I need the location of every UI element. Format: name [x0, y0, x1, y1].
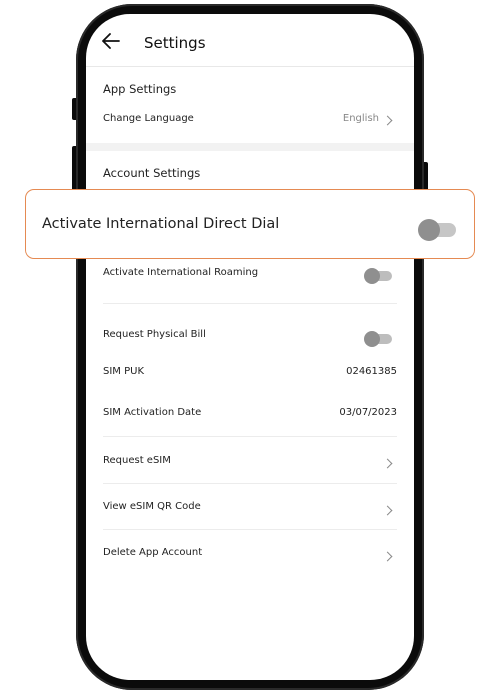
request-esim-label: Request eSIM	[103, 455, 171, 466]
divider	[103, 303, 397, 304]
physical-bill-label: Request Physical Bill	[103, 329, 206, 340]
section-title-app-settings: App Settings	[103, 82, 177, 96]
section-title-account-settings: Account Settings	[103, 166, 201, 180]
international-direct-dial-label: Activate International Direct Dial	[42, 216, 280, 232]
chevron-right-icon	[382, 115, 393, 126]
divider	[103, 483, 397, 484]
page-title: Settings	[144, 34, 206, 52]
international-direct-dial-callout: Activate International Direct Dial	[25, 189, 475, 259]
international-roaming-label: Activate International Roaming	[103, 267, 259, 278]
change-language-label: Change Language	[103, 113, 194, 124]
chevron-right-icon	[382, 458, 393, 469]
sim-activation-date-label: SIM Activation Date	[103, 407, 202, 418]
chevron-right-icon	[382, 505, 393, 516]
settings-header: Settings	[86, 14, 414, 67]
international-roaming-toggle[interactable]	[364, 268, 392, 284]
back-arrow-icon[interactable]	[102, 33, 120, 49]
chevron-right-icon	[382, 551, 393, 562]
international-direct-dial-toggle[interactable]	[418, 219, 456, 241]
divider	[103, 529, 397, 530]
delete-app-account-label: Delete App Account	[103, 547, 203, 558]
divider	[103, 436, 397, 437]
toggle-knob	[364, 331, 380, 347]
language-value: English	[342, 113, 379, 124]
toggle-knob	[364, 268, 380, 284]
view-esim-qr-label: View eSIM QR Code	[103, 501, 201, 512]
sim-puk-label: SIM PUK	[103, 366, 145, 377]
section-separator	[86, 143, 414, 151]
sim-puk-value: 02461385	[346, 366, 397, 377]
sim-activation-date-value: 03/07/2023	[339, 407, 397, 418]
toggle-knob	[418, 219, 440, 241]
physical-bill-toggle[interactable]	[364, 331, 392, 347]
phone-screen: Settings App Settings Change Language En…	[86, 14, 414, 680]
